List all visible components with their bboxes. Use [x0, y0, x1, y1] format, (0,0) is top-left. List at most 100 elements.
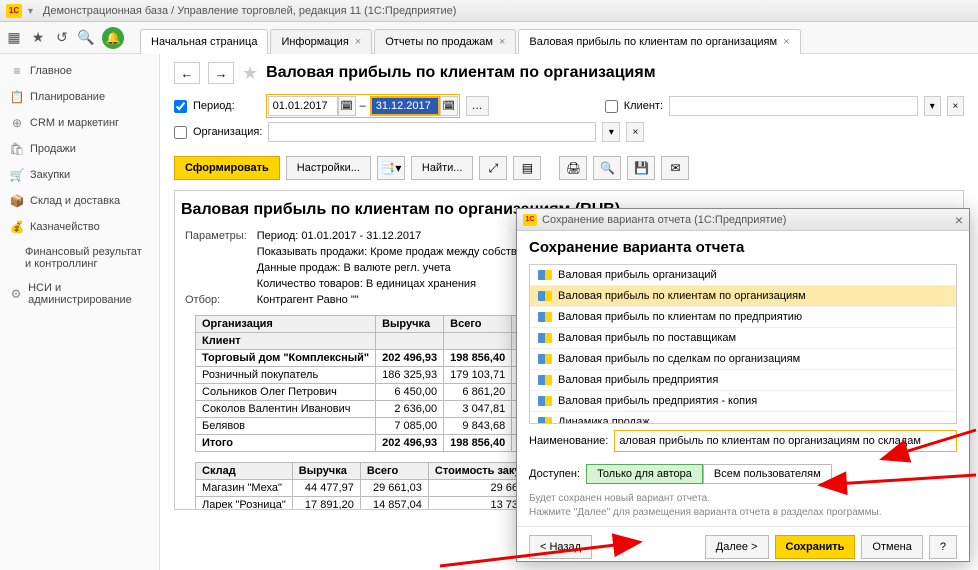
client-checkbox[interactable] — [605, 100, 618, 113]
access-label: Доступен: — [529, 468, 580, 480]
form-report-button[interactable]: Сформировать — [174, 156, 280, 180]
back-button[interactable]: < Назад — [529, 535, 592, 559]
favorite-icon[interactable]: ★ — [242, 63, 258, 84]
org-clear-button[interactable]: × — [626, 122, 644, 142]
period-checkbox[interactable] — [174, 100, 187, 113]
variant-list-item[interactable]: Валовая прибыль по клиентам по предприят… — [530, 307, 956, 328]
table-cell: Торговый дом "Комплексный" — [196, 350, 376, 367]
gear-icon: ⚙ — [10, 287, 22, 301]
next-button[interactable]: Далее > — [705, 535, 769, 559]
sidebar-item-treasury[interactable]: 💰Казначейство — [0, 214, 159, 240]
app-logo-icon: 1С — [523, 214, 537, 226]
close-icon[interactable]: × — [499, 36, 505, 48]
notification-icon[interactable]: 🔔 — [102, 27, 124, 49]
org-select-button[interactable]: ▾ — [602, 122, 620, 142]
all-users-button[interactable]: Всем пользователям — [703, 464, 832, 484]
email-button[interactable]: ✉ — [661, 156, 689, 180]
apps-icon[interactable]: ▦ — [6, 30, 22, 46]
period-label: Период: — [193, 100, 235, 112]
date-to-input[interactable] — [370, 96, 440, 116]
cancel-button[interactable]: Отмена — [861, 535, 922, 559]
variant-list-item[interactable]: Валовая прибыль по сделкам по организаци… — [530, 349, 956, 370]
dropdown-icon[interactable]: ▼ — [26, 6, 35, 16]
variant-list-item[interactable]: Валовая прибыль по клиентам по организац… — [530, 286, 956, 307]
sidebar-item-admin[interactable]: ⚙НСИ и администрирование — [0, 276, 159, 312]
report-icon — [538, 333, 552, 343]
table-cell: Магазин "Меха" — [196, 480, 293, 497]
tab-reports[interactable]: Отчеты по продажам× — [374, 29, 516, 54]
main-toolbar: ▦ ★ ↺ 🔍 🔔 Начальная страница Информация×… — [0, 22, 978, 54]
table-cell: Ларек "Розница" — [196, 497, 293, 511]
variant-list-item[interactable]: Динамика продаж — [530, 412, 956, 424]
tree-button[interactable]: ▤ — [513, 156, 541, 180]
variant-list-item[interactable]: Валовая прибыль предприятия — [530, 370, 956, 391]
close-icon[interactable]: × — [955, 212, 963, 228]
report-table-1: ОрганизацияВыручкаВсегоСто заку Клиент Т… — [195, 315, 571, 452]
app-logo-icon: 1С — [6, 4, 22, 18]
table-cell: Итого — [196, 435, 376, 452]
variant-list-item[interactable]: Валовая прибыль организаций — [530, 265, 956, 286]
calendar-icon[interactable]: 🗓 — [440, 96, 458, 116]
sidebar-item-main[interactable]: ≡Главное — [0, 58, 159, 84]
print-button[interactable]: 🖨 — [559, 156, 587, 180]
clipboard-icon: 📋 — [10, 90, 24, 104]
sidebar-item-planning[interactable]: 📋Планирование — [0, 84, 159, 110]
settings-button[interactable]: Настройки... — [286, 156, 371, 180]
help-button[interactable]: ? — [929, 535, 957, 559]
tab-active[interactable]: Валовая прибыль по клиентам по организац… — [518, 29, 800, 54]
client-select-button[interactable]: ▾ — [924, 96, 941, 116]
client-clear-button[interactable]: × — [947, 96, 964, 116]
tab-info[interactable]: Информация× — [270, 29, 372, 54]
search-icon[interactable]: 🔍 — [78, 30, 94, 46]
expand-button[interactable]: ⤢ — [479, 156, 507, 180]
org-checkbox[interactable] — [174, 126, 187, 139]
basket-icon: 🛒 — [10, 168, 24, 182]
dialog-heading: Сохранение варианта отчета — [517, 231, 969, 264]
sidebar-item-crm[interactable]: ⊕CRM и маркетинг — [0, 110, 159, 136]
period-more-button[interactable]: … — [466, 96, 489, 116]
forward-button[interactable]: → — [208, 62, 234, 84]
preview-button[interactable]: 🔍 — [593, 156, 621, 180]
page-title: Валовая прибыль по клиентам по организац… — [266, 64, 655, 82]
calendar-icon[interactable]: 🗓 — [338, 96, 356, 116]
report-icon — [538, 417, 552, 424]
variants-button[interactable]: 📑▾ — [377, 156, 405, 180]
report-table-2: СкладВыручкаВсегоСтоимость закупки Магаз… — [195, 462, 546, 510]
report-icon — [538, 291, 552, 301]
sidebar-item-warehouse[interactable]: 📦Склад и доставка — [0, 188, 159, 214]
report-icon — [538, 396, 552, 406]
close-icon[interactable]: × — [355, 36, 361, 48]
date-from-input[interactable] — [268, 96, 338, 116]
variant-name-input[interactable] — [614, 430, 957, 452]
sidebar-item-finance[interactable]: Финансовый результат и контроллинг — [0, 240, 159, 276]
tab-home[interactable]: Начальная страница — [140, 29, 268, 54]
star-icon[interactable]: ★ — [30, 30, 46, 46]
navigation-sidebar: ≡Главное 📋Планирование ⊕CRM и маркетинг … — [0, 54, 160, 570]
table-cell: Сольников Олег Петрович — [196, 384, 376, 401]
variant-list-item[interactable]: Валовая прибыль предприятия - копия — [530, 391, 956, 412]
report-icon — [538, 270, 552, 280]
variant-list-item[interactable]: Валовая прибыль по поставщикам — [530, 328, 956, 349]
sidebar-item-purchases[interactable]: 🛒Закупки — [0, 162, 159, 188]
report-icon — [538, 354, 552, 364]
table-cell: Розничный покупатель — [196, 367, 376, 384]
target-icon: ⊕ — [10, 116, 24, 130]
history-icon[interactable]: ↺ — [54, 30, 70, 46]
dialog-titlebar: 1С Сохранение варианта отчета (1С:Предпр… — [517, 209, 969, 231]
sidebar-item-sales[interactable]: 🛍Продажи — [0, 136, 159, 162]
box-icon: 📦 — [10, 194, 24, 208]
money-icon: 💰 — [10, 220, 24, 234]
save-variant-button[interactable]: Сохранить — [775, 535, 856, 559]
save-variant-dialog: 1С Сохранение варианта отчета (1С:Предпр… — [516, 208, 970, 562]
find-button[interactable]: Найти... — [411, 156, 474, 180]
org-input[interactable] — [268, 122, 596, 142]
variant-list[interactable]: Валовая прибыль организацийВаловая прибы… — [529, 264, 957, 424]
hint-text: Будет сохранен новый вариант отчета. Наж… — [517, 490, 969, 522]
back-button[interactable]: ← — [174, 62, 200, 84]
name-label: Наименование: — [529, 435, 608, 447]
report-icon — [538, 375, 552, 385]
only-author-button[interactable]: Только для автора — [586, 464, 703, 484]
close-icon[interactable]: × — [783, 36, 789, 48]
client-input[interactable] — [669, 96, 918, 116]
save-button[interactable]: 💾 — [627, 156, 655, 180]
